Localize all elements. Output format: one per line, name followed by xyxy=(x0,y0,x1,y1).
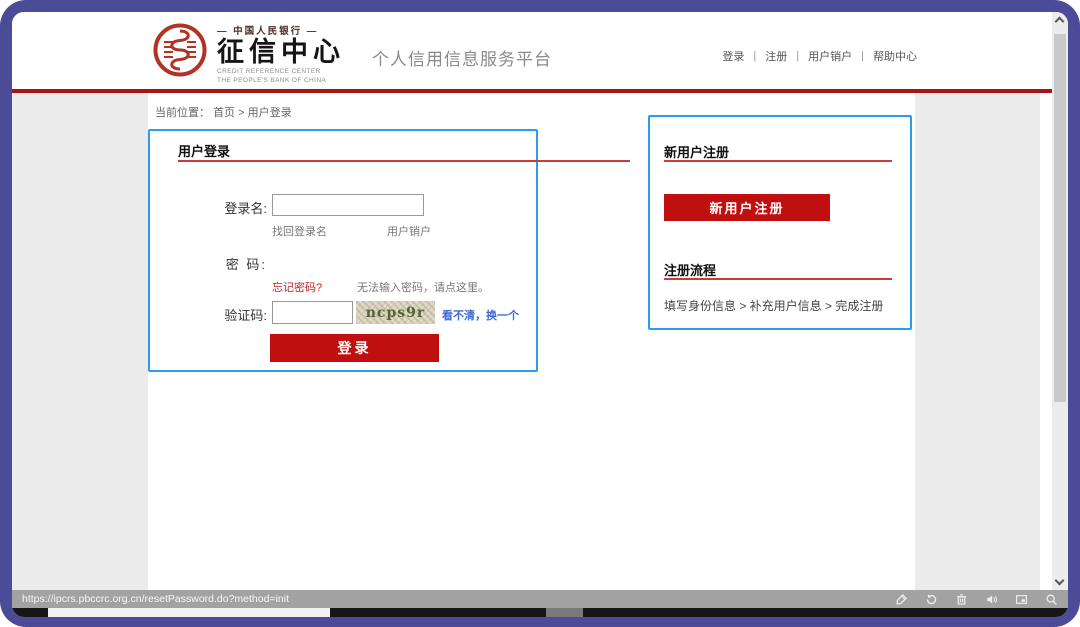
site-header: — 中国人民银行 — 征信中心 CREDIT REFERENCE CENTER … xyxy=(12,12,1068,89)
recover-username-link[interactable]: 找回登录名 xyxy=(272,223,327,239)
nav-separator: | xyxy=(753,50,756,62)
captcha-input[interactable] xyxy=(272,301,353,324)
forgot-password-link[interactable]: 忘记密码? xyxy=(272,279,322,295)
horizontal-scrollbar-thumb[interactable] xyxy=(48,608,330,617)
password-label: 密 码: xyxy=(217,254,267,273)
password-help-text[interactable]: 无法输入密码，请点这里。 xyxy=(357,279,489,295)
captcha-refresh-link[interactable]: 看不清，换一个 xyxy=(442,307,519,323)
nav-help-center-link[interactable]: 帮助中心 xyxy=(873,48,917,64)
login-title-underline xyxy=(178,160,630,162)
scroll-down-arrow-icon[interactable] xyxy=(1055,576,1065,586)
vertical-scrollbar-thumb[interactable] xyxy=(1054,34,1066,402)
username-label: 登录名: xyxy=(217,198,267,217)
username-input[interactable] xyxy=(272,194,424,216)
cleaner-icon[interactable] xyxy=(895,593,908,606)
history-icon[interactable] xyxy=(925,593,938,606)
login-button[interactable]: 登录 xyxy=(270,334,439,362)
captcha-image[interactable]: ncps9r xyxy=(356,301,435,324)
nav-separator: | xyxy=(796,50,799,62)
process-title-underline xyxy=(664,278,892,280)
scroll-up-arrow-icon[interactable] xyxy=(1055,17,1065,27)
register-panel: 新用户注册 新用户注册 注册流程 填写身份信息 > 补充用户信息 > 完成注册 xyxy=(648,115,912,330)
nav-close-account-link[interactable]: 用户销户 xyxy=(808,48,852,64)
register-panel-title: 新用户注册 xyxy=(664,142,729,161)
trash-icon[interactable] xyxy=(955,593,968,606)
logo-text-block: — 中国人民银行 — 征信中心 CREDIT REFERENCE CENTER … xyxy=(217,23,367,85)
credit-center-name: 征信中心 xyxy=(217,38,367,66)
browser-viewport: — 中国人民银行 — 征信中心 CREDIT REFERENCE CENTER … xyxy=(12,12,1068,617)
status-bar: https://ipcrs.pbccrc.org.cn/resetPasswor… xyxy=(12,590,1068,608)
register-process-steps: 填写身份信息 > 补充用户信息 > 完成注册 xyxy=(664,297,883,314)
nav-register-link[interactable]: 注册 xyxy=(765,48,787,64)
breadcrumb: 当前位置： 首页 > 用户登录 xyxy=(155,104,292,120)
logo-english-caption: CREDIT REFERENCE CENTER THE PEOPLE'S BAN… xyxy=(217,68,367,85)
volume-icon[interactable] xyxy=(985,593,998,606)
horizontal-scrollbar-segment xyxy=(546,608,583,617)
screenshot-frame: — 中国人民银行 — 征信中心 CREDIT REFERENCE CENTER … xyxy=(0,0,1080,627)
page-content: 当前位置： 首页 > 用户登录 用户登录 登录名: 找回登录名 用户销户 密 码… xyxy=(12,93,1040,590)
pip-window-icon[interactable] xyxy=(1015,593,1028,606)
platform-title: 个人信用信息服务平台 xyxy=(372,45,552,70)
status-url: https://ipcrs.pbccrc.org.cn/resetPasswor… xyxy=(22,593,289,605)
nav-separator: | xyxy=(861,50,864,62)
horizontal-scrollbar[interactable] xyxy=(12,608,1068,617)
new-user-register-button[interactable]: 新用户注册 xyxy=(664,194,830,221)
logo-english-line1: CREDIT REFERENCE CENTER xyxy=(217,68,367,76)
magnifier-icon[interactable] xyxy=(1045,593,1058,606)
register-title-underline xyxy=(664,160,892,162)
bank-name: — 中国人民银行 — xyxy=(217,23,367,37)
breadcrumb-path: 首页 > 用户登录 xyxy=(213,107,292,119)
header-nav: 登录 | 注册 | 用户销户 | 帮助中心 xyxy=(722,48,917,64)
login-panel-title: 用户登录 xyxy=(178,141,230,160)
login-panel: 用户登录 登录名: 找回登录名 用户销户 密 码: 忘记密码? 无法输入密码，请… xyxy=(148,129,538,372)
captcha-label: 验证码: xyxy=(217,305,267,324)
close-account-link[interactable]: 用户销户 xyxy=(387,223,431,239)
pbc-seal-logo-icon xyxy=(152,22,208,78)
register-process-title: 注册流程 xyxy=(664,260,716,279)
logo-english-line2: THE PEOPLE'S BANK OF CHINA xyxy=(217,77,367,85)
breadcrumb-prefix: 当前位置： xyxy=(155,107,210,119)
status-toolbar xyxy=(895,593,1058,606)
nav-login-link[interactable]: 登录 xyxy=(722,48,744,64)
vertical-scrollbar[interactable] xyxy=(1052,12,1068,590)
